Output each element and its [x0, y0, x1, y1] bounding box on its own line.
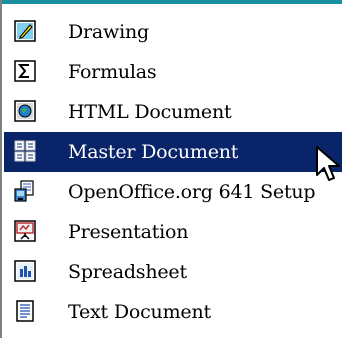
new-document-menu: Drawing Formulas HTML Document Master Do…	[0, 0, 342, 338]
menu-top-edge	[2, 0, 342, 4]
menu-item-presentation[interactable]: Presentation	[4, 212, 342, 252]
setup-icon	[14, 180, 36, 202]
html-document-icon	[14, 100, 36, 122]
spreadsheet-icon	[14, 260, 36, 282]
menu-item-spreadsheet[interactable]: Spreadsheet	[4, 252, 342, 292]
presentation-icon	[14, 220, 36, 242]
menu-item-label: Drawing	[68, 21, 149, 43]
menu-item-label: Spreadsheet	[68, 261, 187, 283]
text-document-icon	[14, 300, 36, 322]
menu-item-label: Text Document	[68, 301, 211, 323]
drawing-icon	[14, 20, 36, 42]
menu-item-label: Master Document	[68, 141, 239, 163]
formulas-icon	[14, 60, 36, 82]
menu-item-label: Formulas	[68, 61, 157, 83]
menu-item-drawing[interactable]: Drawing	[4, 12, 342, 52]
menu-item-master-document[interactable]: Master Document	[4, 132, 342, 172]
menu-item-html-document[interactable]: HTML Document	[4, 92, 342, 132]
menu-item-label: HTML Document	[68, 101, 232, 123]
menu-item-label: Presentation	[68, 221, 189, 243]
menu-item-text-document[interactable]: Text Document	[4, 292, 342, 332]
mouse-cursor-icon	[314, 145, 348, 185]
master-document-icon	[14, 140, 36, 162]
menu-item-formulas[interactable]: Formulas	[4, 52, 342, 92]
menu-item-label: OpenOffice.org 641 Setup	[68, 181, 316, 203]
menu-item-setup[interactable]: OpenOffice.org 641 Setup	[4, 172, 342, 212]
